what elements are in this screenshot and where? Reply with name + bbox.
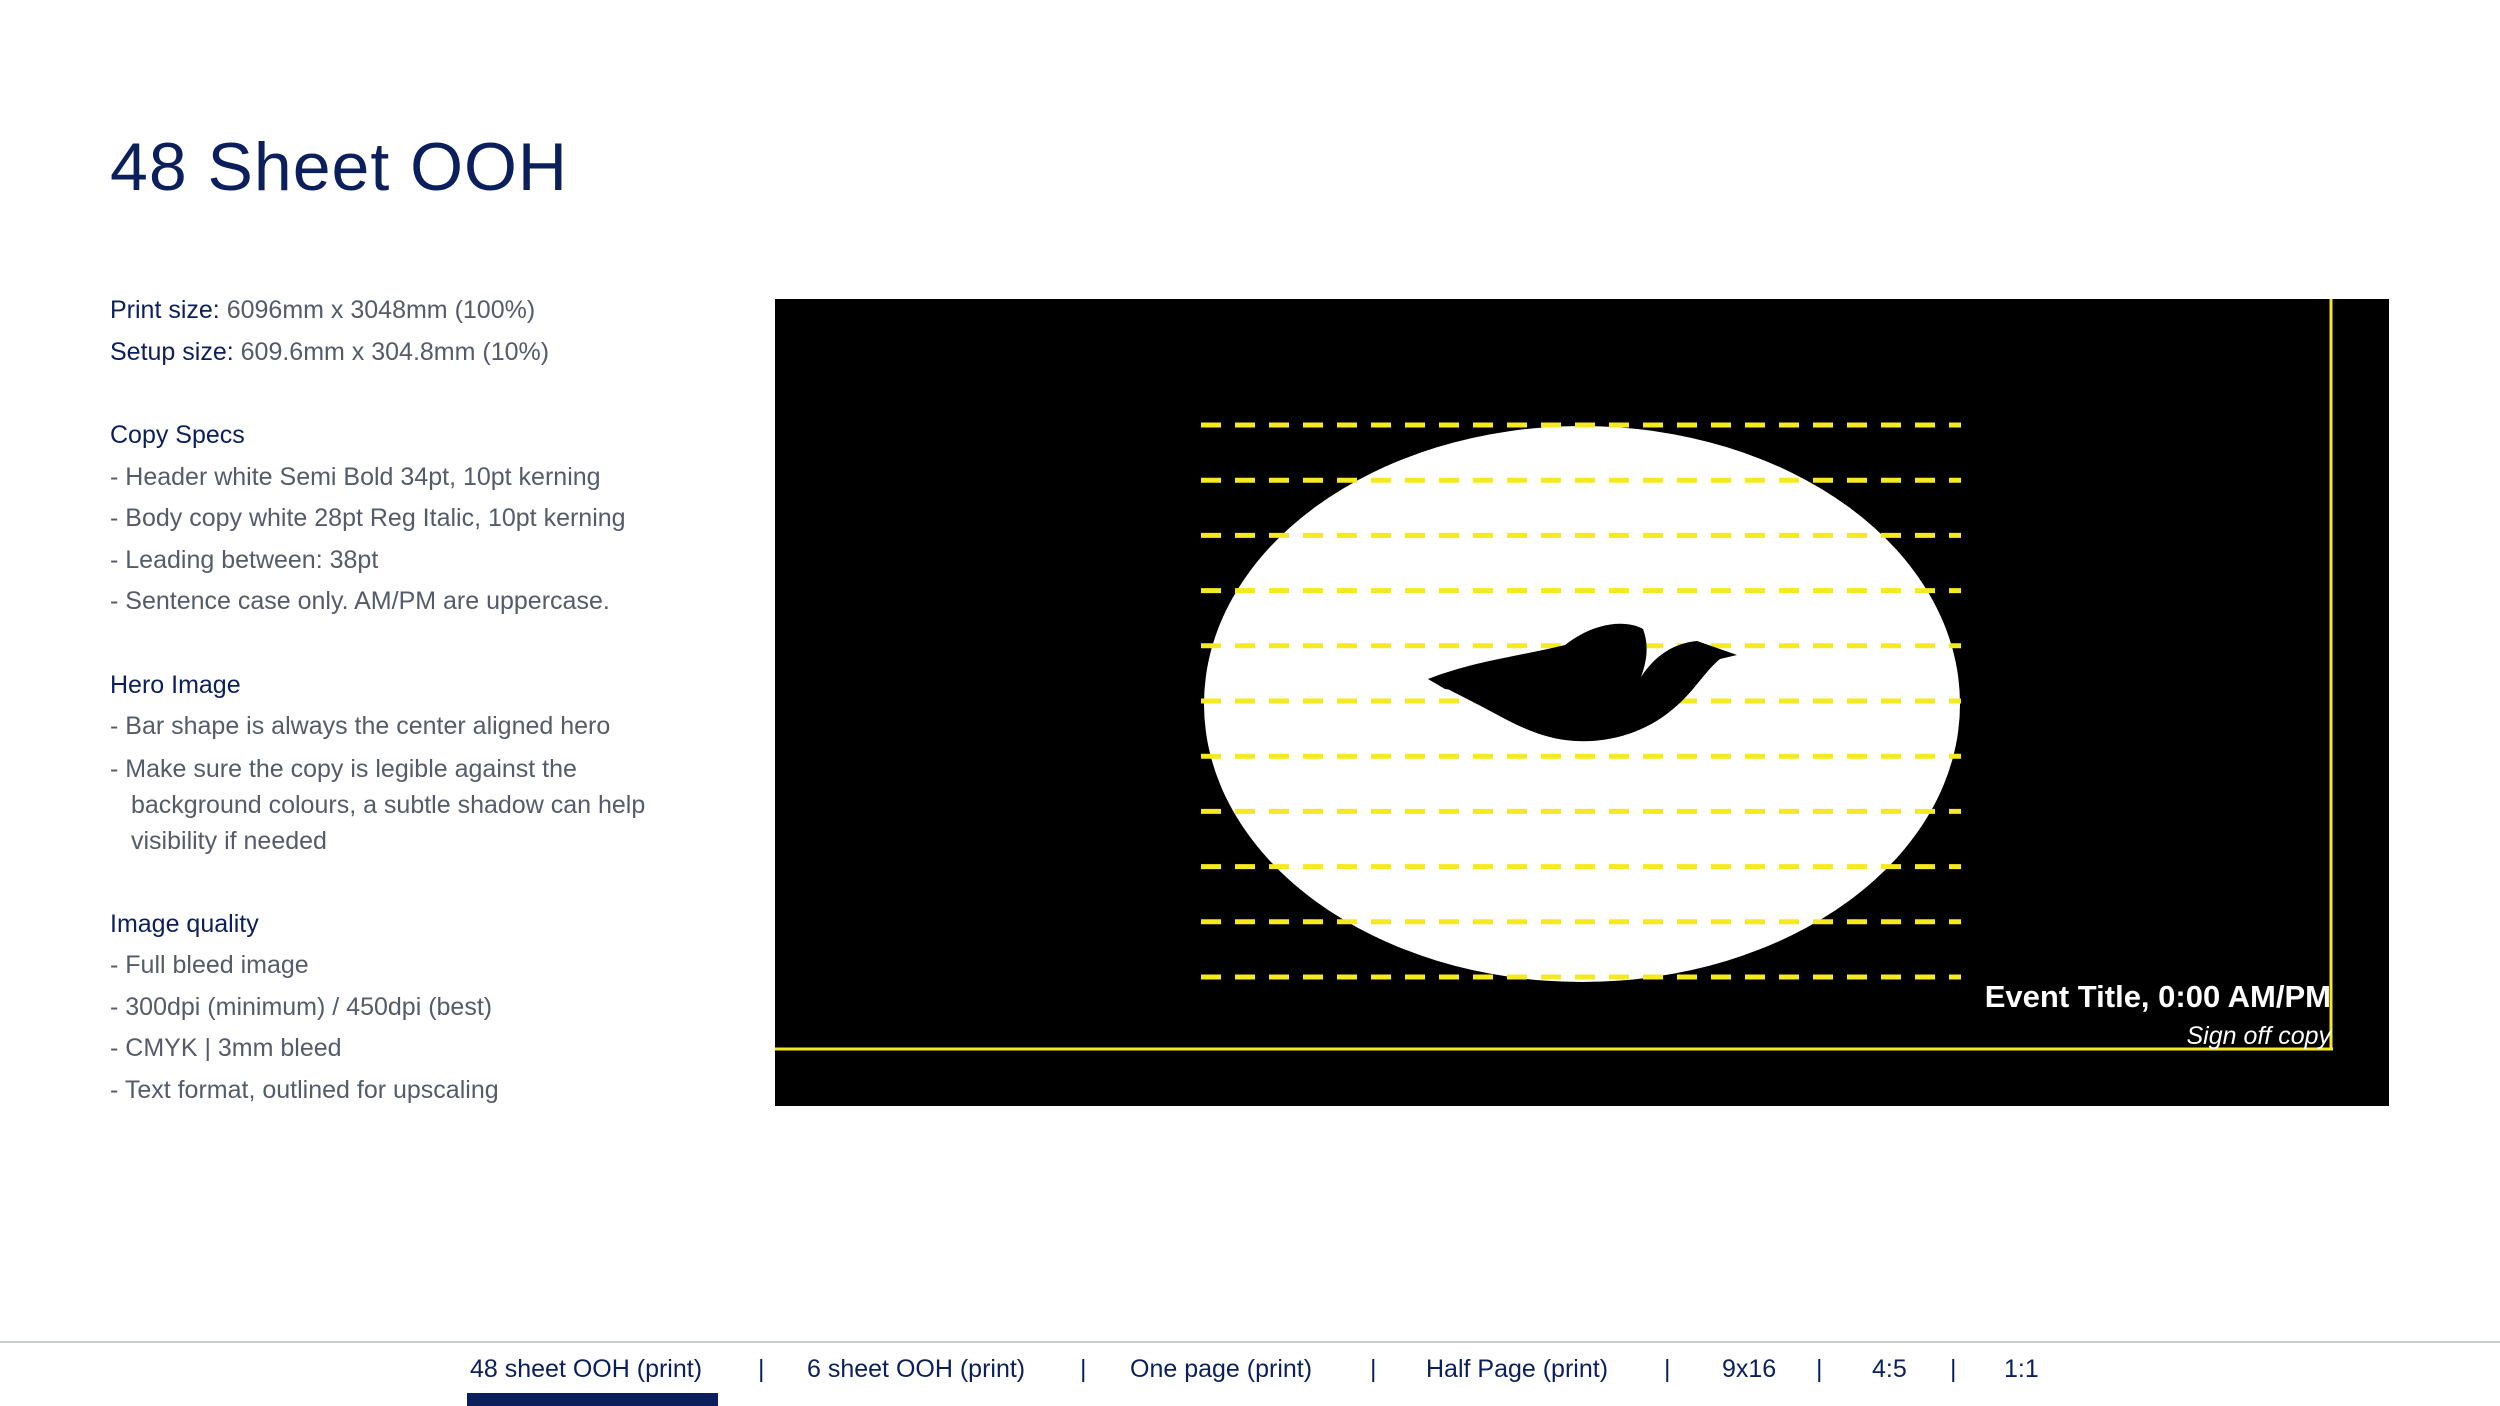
hero-image-item: - Make sure the copy is legible against … [110,754,646,855]
page-title: 48 Sheet OOH [110,129,569,205]
nav-separator: | [1816,1355,1823,1383]
event-title-text: Event Title, 0:00 AM/PM [1984,979,2331,1014]
tab-6-sheet-ooh[interactable]: 6 sheet OOH (print) [807,1355,1025,1384]
hero-image-heading: Hero Image [110,670,241,699]
print-size-value: 6096mm x 3048mm (100%) [219,296,536,324]
tab-4-5[interactable]: 4:5 [1872,1355,1907,1384]
tab-1-1[interactable]: 1:1 [2004,1355,2039,1384]
tab-one-page[interactable]: One page (print) [1130,1355,1312,1384]
nav-separator: | [1950,1355,1957,1383]
copy-spec-item: - Body copy white 28pt Reg Italic, 10pt … [110,504,626,532]
tab-9x16[interactable]: 9x16 [1722,1355,1776,1384]
copy-spec-item: - Header white Semi Bold 34pt, 10pt kern… [110,462,601,491]
active-tab-indicator [467,1393,718,1406]
hero-image-item: - Bar shape is always the center aligned… [110,712,611,740]
spec-panel: Print size: 6096mm x 3048mm (100%) Setup… [110,290,750,1111]
tab-48-sheet-ooh[interactable]: 48 sheet OOH (print) [470,1355,702,1384]
ooh-artboard-preview: Event Title, 0:00 AM/PM Sign off copy [775,299,2389,1106]
setup-size-label: Setup size: [110,337,234,366]
sign-off-text: Sign off copy [2186,1022,2331,1050]
nav-separator: | [1080,1355,1087,1383]
image-quality-item: - Text format, outlined for upscaling [110,1075,499,1104]
print-size-label: Print size: [110,296,220,324]
nav-separator: | [1664,1355,1671,1383]
copy-spec-item: - Sentence case only. AM/PM are uppercas… [110,587,610,615]
image-quality-item: - 300dpi (minimum) / 450dpi (best) [110,992,493,1021]
image-quality-heading: Image quality [110,909,259,938]
setup-size-row: Setup size: 609.6mm x 304.8mm (10%) [110,332,750,374]
tab-half-page[interactable]: Half Page (print) [1426,1355,1608,1384]
image-quality-item: - Full bleed image [110,951,309,979]
setup-size-value: 609.6mm x 304.8mm (10%) [233,337,550,366]
print-size-row: Print size: 6096mm x 3048mm (100%) [110,290,750,332]
copy-specs-heading: Copy Specs [110,421,245,449]
nav-separator: | [1370,1355,1377,1383]
nav-separator: | [758,1355,765,1383]
format-nav: 48 sheet OOH (print) | 6 sheet OOH (prin… [0,1343,2500,1406]
image-quality-item: - CMYK | 3mm bleed [110,1034,342,1062]
copy-spec-item: - Leading between: 38pt [110,545,379,574]
